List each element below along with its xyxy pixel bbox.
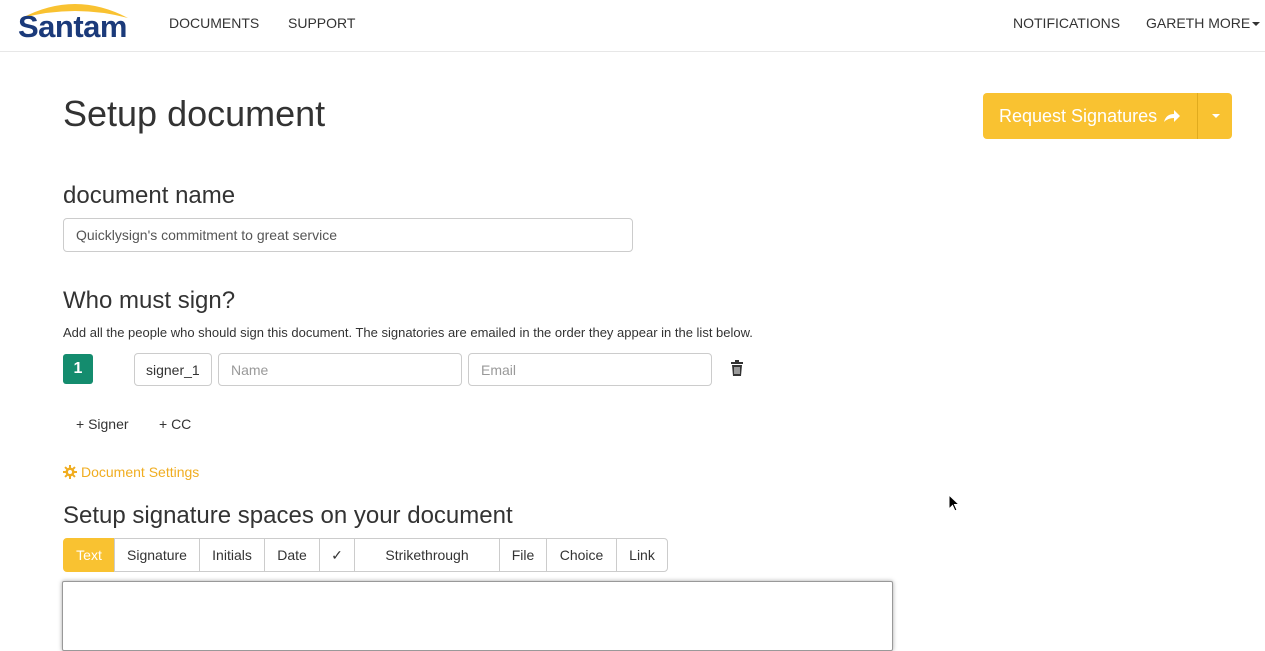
tool-initials[interactable]: Initials [199,538,265,572]
document-name-heading: document name [63,182,236,209]
add-signer-button[interactable]: + Signer [76,416,129,432]
tool-checkmark[interactable]: ✓ [319,538,355,572]
mouse-pointer-icon [948,494,961,512]
document-canvas[interactable] [62,581,893,651]
chevron-down-icon [1252,22,1261,27]
logo-text: Santam [18,9,127,44]
santam-logo[interactable]: Santam [18,0,132,46]
share-arrow-icon [1164,110,1181,122]
signer-role-label: signer_1 [134,353,212,386]
tool-choice[interactable]: Choice [546,538,617,572]
chevron-down-icon [1212,114,1221,118]
user-name: GARETH MORE [1146,15,1251,31]
signer-name-input[interactable] [218,353,462,386]
signature-spaces-heading: Setup signature spaces on your document [63,502,513,529]
tool-link[interactable]: Link [616,538,668,572]
who-must-sign-heading: Who must sign? [63,287,236,314]
document-name-input[interactable] [63,218,633,252]
document-settings-link[interactable]: Document Settings [63,464,199,480]
page-title: Setup document [63,93,326,134]
tool-date[interactable]: Date [264,538,320,572]
navbar: Santam DOCUMENTS SUPPORT NOTIFICATIONS G… [0,0,1265,52]
request-signatures-group: Request Signatures [983,93,1233,139]
document-settings-label: Document Settings [81,464,200,480]
tool-text[interactable]: Text [63,538,115,572]
tool-strikethrough[interactable]: Strikethrough [354,538,500,572]
request-signatures-dropdown-toggle[interactable] [1198,93,1233,139]
tool-signature[interactable]: Signature [114,538,200,572]
signer-order-badge: 1 [63,354,93,384]
who-must-sign-help: Add all the people who should sign this … [63,325,753,340]
tool-file[interactable]: File [499,538,547,572]
nav-support[interactable]: SUPPORT [288,15,355,31]
request-signatures-label: Request Signatures [999,105,1158,126]
nav-documents[interactable]: DOCUMENTS [169,15,259,31]
field-type-toolbar: Text Signature Initials Date ✓ Strikethr… [63,538,668,572]
add-cc-button[interactable]: + CC [159,416,191,432]
gear-icon [63,465,77,479]
nav-notifications[interactable]: NOTIFICATIONS [1013,15,1120,31]
trash-icon[interactable] [730,360,744,376]
request-signatures-button[interactable]: Request Signatures [983,93,1199,139]
user-menu[interactable]: GARETH MORE [1146,15,1261,31]
signer-email-input[interactable] [468,353,712,386]
